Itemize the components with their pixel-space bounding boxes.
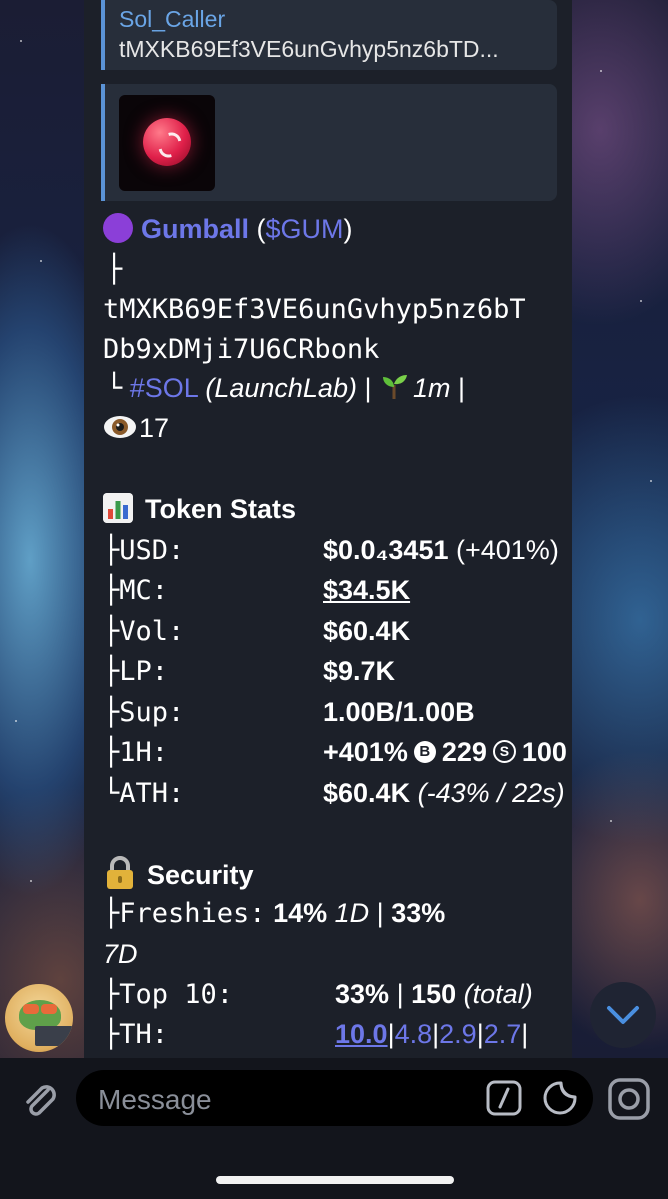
security-title-row: Security <box>103 856 254 894</box>
purple-circle-icon <box>103 213 133 243</box>
top-holder-3-link[interactable]: 2.9 <box>439 1019 477 1049</box>
views-line: 17 <box>103 415 169 443</box>
top10-row: ├Top 10: 33% | 150 (total) <box>103 979 533 1010</box>
stat-1h-row: ├1H: +401% B 229 S 100 <box>103 737 567 768</box>
contract-address-line-2[interactable]: Db9xDMji7U6CRbonk <box>103 336 379 363</box>
top10-label: ├Top 10: <box>103 979 234 1010</box>
freshies-1d: 14% <box>273 898 328 928</box>
top10-total-label: (total) <box>463 979 533 1009</box>
stat-ath-value: $60.4K <box>323 778 411 808</box>
bot-command-icon[interactable] <box>486 1080 522 1116</box>
top10-sep: | <box>396 979 404 1009</box>
eye-icon <box>104 415 136 438</box>
reply-snippet: tMXKB69Ef3VE6unGvhyp5nz6bTD... <box>119 36 499 62</box>
top-holder-4-link[interactable]: 2.7 <box>484 1019 522 1049</box>
top-holder-2-link[interactable]: 4.8 <box>395 1019 433 1049</box>
stat-vol-row: ├Vol: $60.4K <box>103 616 411 647</box>
token-logo-thumbnail <box>119 95 215 191</box>
buys-icon: B <box>413 740 436 763</box>
separator-2: | <box>458 373 466 404</box>
freshies-sep: | <box>376 898 384 928</box>
tree-end: └ <box>106 373 123 405</box>
token-stats-title-row: Token Stats <box>103 493 297 526</box>
age-value: 1m <box>413 373 451 404</box>
stat-mc-row: ├MC: $34.5K <box>103 575 410 606</box>
home-indicator <box>216 1176 454 1184</box>
stat-1h-sells: 100 <box>521 737 567 767</box>
stat-lp-value: $9.7K <box>323 656 396 686</box>
message-input-field[interactable]: Message <box>76 1070 593 1126</box>
link-preview[interactable] <box>101 84 557 201</box>
stat-mc-label: ├MC: <box>103 575 169 606</box>
paren-close: ) <box>343 214 353 245</box>
separator: | <box>364 373 372 404</box>
bar-chart-icon <box>103 493 133 523</box>
top10-pct: 33% <box>335 979 390 1009</box>
stat-vol-value: $60.4K <box>323 616 411 646</box>
freshies-7d: 33% <box>391 898 446 928</box>
stat-sup-row: ├Sup: 1.00B/1.00B <box>103 697 475 728</box>
avatar-glasses-right <box>41 1004 57 1014</box>
stat-1h-buys: 229 <box>441 737 487 767</box>
freshies-1d-unit: 1D <box>334 898 370 928</box>
stat-ath-row: └ATH: $60.4K (-43% / 22s) <box>103 778 565 809</box>
ticker-link[interactable]: $GUM <box>266 214 344 244</box>
token-name-link[interactable]: Gumball <box>141 214 249 244</box>
stat-usd-row: ├USD: $0.0₄3451 (+401%) <box>103 535 559 566</box>
sticker-icon[interactable] <box>542 1080 578 1116</box>
stat-vol-label: ├Vol: <box>103 616 185 647</box>
avatar-glasses-left <box>23 1004 39 1014</box>
stat-sup-label: ├Sup: <box>103 697 185 728</box>
sender-avatar[interactable] <box>5 984 73 1052</box>
th-sep-1: | <box>387 1019 395 1049</box>
top-holders-row: ├TH: 10.0|4.8|2.9|2.7| <box>103 1019 529 1050</box>
tree-branch: ├ <box>106 254 123 285</box>
top10-total: 150 <box>411 979 457 1009</box>
scroll-to-bottom-button[interactable] <box>590 982 656 1048</box>
stat-ath-detail: (-43% / 22s) <box>417 778 565 808</box>
stat-lp-row: ├LP: $9.7K <box>103 656 396 687</box>
sells-icon: S <box>492 740 516 764</box>
security-title: Security <box>147 860 254 891</box>
stat-lp-label: ├LP: <box>103 656 169 687</box>
message-placeholder: Message <box>98 1084 212 1115</box>
message-composer-bar: Message <box>0 1058 668 1199</box>
stat-ath-label: └ATH: <box>103 778 185 809</box>
chevron-down-icon <box>607 1006 639 1024</box>
token-stats-title: Token Stats <box>145 494 297 525</box>
token-header: Gumball ($GUM) <box>103 213 353 246</box>
chain-hashtag-link[interactable]: #SOL <box>130 373 198 403</box>
paperclip-icon[interactable] <box>18 1078 62 1122</box>
freshies-row: ├Freshies: 14% 1D | 33% <box>103 898 446 929</box>
camera-icon[interactable] <box>606 1076 652 1122</box>
stat-mc-value-link[interactable]: $34.5K <box>323 575 410 605</box>
th-sep-3: | <box>476 1019 484 1049</box>
seedling-icon <box>383 375 408 399</box>
freshies-7d-unit: 7D <box>103 939 138 969</box>
views-count: 17 <box>139 413 170 443</box>
top-holders-label: ├TH: <box>103 1019 169 1050</box>
stat-usd-value: $0.0₄3451 <box>323 535 449 565</box>
chain-info-line: └ #SOL (LaunchLab) | 1m | <box>106 375 465 405</box>
reply-sender-name: Sol_Caller <box>119 6 226 32</box>
contract-address-line-1[interactable]: tMXKB69Ef3VE6unGvhyp5nz6bT <box>103 296 526 323</box>
stat-1h-change: +401% <box>323 737 408 767</box>
stat-usd-change: (+401%) <box>456 535 559 565</box>
top-holder-1-link[interactable]: 10.0 <box>335 1019 388 1049</box>
reply-quote[interactable]: Sol_Caller tMXKB69Ef3VE6unGvhyp5nz6bTD..… <box>101 0 557 70</box>
freshies-label: ├Freshies: <box>103 898 266 929</box>
paren-open: ( <box>249 214 266 245</box>
lock-icon <box>107 856 133 889</box>
stat-1h-label: ├1H: <box>103 737 169 768</box>
platform-label: (LaunchLab) <box>205 373 357 404</box>
th-sep-4: | <box>521 1019 529 1049</box>
stat-sup-value: 1.00B/1.00B <box>323 697 475 727</box>
message-bubble[interactable]: Sol_Caller tMXKB69Ef3VE6unGvhyp5nz6bTD..… <box>84 0 572 1058</box>
avatar-laptop <box>35 1026 73 1046</box>
stat-usd-label: ├USD: <box>103 535 185 566</box>
